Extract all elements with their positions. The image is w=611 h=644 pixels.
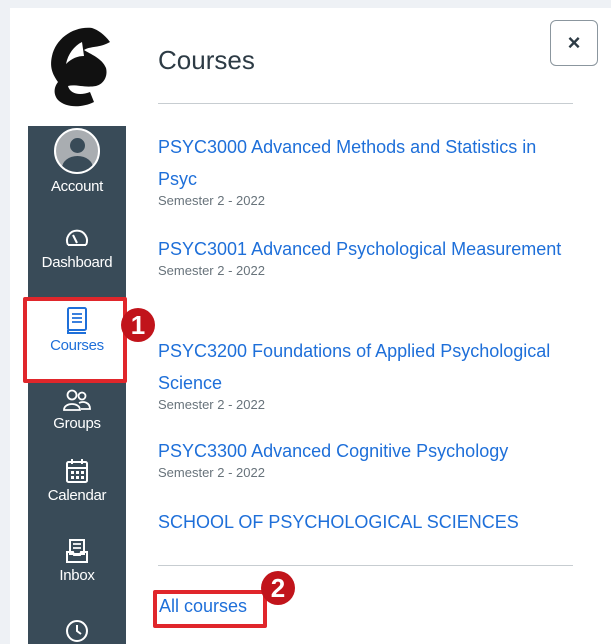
nav-item-label: Courses bbox=[50, 337, 104, 354]
all-courses-link[interactable]: All courses bbox=[159, 596, 247, 617]
book-icon bbox=[67, 307, 87, 334]
course-link[interactable]: SCHOOL OF PSYCHOLOGICAL SCIENCES bbox=[158, 506, 578, 538]
list-item: PSYC3300 Advanced Cognitive Psychology S… bbox=[158, 435, 578, 480]
nav-item-account[interactable]: Account bbox=[28, 128, 126, 195]
clock-icon bbox=[66, 620, 88, 642]
course-term: Semester 2 - 2022 bbox=[158, 397, 265, 412]
nav-item-label: Inbox bbox=[59, 567, 95, 584]
course-term: Semester 2 - 2022 bbox=[158, 263, 265, 278]
horse-head-logo bbox=[51, 27, 110, 107]
nav-item-calendar[interactable]: Calendar bbox=[28, 458, 126, 504]
close-icon: × bbox=[567, 30, 581, 55]
list-item: PSYC3001 Advanced Psychological Measurem… bbox=[158, 233, 578, 278]
course-link[interactable]: PSYC3000 Advanced Methods and Statistics… bbox=[158, 131, 578, 195]
course-term: Semester 2 - 2022 bbox=[158, 465, 265, 480]
nav-item-label: Groups bbox=[53, 415, 101, 432]
divider bbox=[158, 103, 573, 104]
nav-item-label: Calendar bbox=[47, 487, 107, 504]
nav-item-history[interactable] bbox=[28, 618, 126, 644]
nav-item-inbox[interactable]: Inbox bbox=[28, 538, 126, 584]
list-item: SCHOOL OF PSYCHOLOGICAL SCIENCES bbox=[158, 506, 578, 538]
nav-item-label: Account bbox=[50, 178, 104, 195]
close-button[interactable]: × bbox=[550, 20, 598, 66]
course-link[interactable]: PSYC3200 Foundations of Applied Psycholo… bbox=[158, 335, 578, 399]
divider bbox=[158, 565, 573, 566]
calendar-icon bbox=[66, 459, 88, 483]
course-link[interactable]: PSYC3300 Advanced Cognitive Psychology bbox=[158, 435, 578, 467]
groups-icon bbox=[63, 389, 91, 411]
nav-item-groups[interactable]: Groups bbox=[28, 388, 126, 432]
nav-item-dashboard[interactable]: Dashboard bbox=[28, 225, 126, 271]
avatar-icon bbox=[54, 128, 100, 174]
step-badge-2: 2 bbox=[261, 571, 295, 605]
inbox-icon bbox=[66, 539, 88, 563]
list-item: PSYC3000 Advanced Methods and Statistics… bbox=[158, 131, 578, 208]
course-link[interactable]: PSYC3001 Advanced Psychological Measurem… bbox=[158, 233, 578, 265]
list-item: PSYC3200 Foundations of Applied Psycholo… bbox=[158, 335, 578, 412]
course-term: Semester 2 - 2022 bbox=[158, 193, 265, 208]
nav-item-label: Dashboard bbox=[41, 254, 113, 271]
logo-area[interactable] bbox=[28, 10, 126, 126]
tray-title: Courses bbox=[158, 45, 255, 75]
dashboard-gauge-icon bbox=[66, 229, 88, 246]
nav-item-courses[interactable]: Courses bbox=[28, 300, 126, 380]
step-badge-1: 1 bbox=[121, 308, 155, 342]
